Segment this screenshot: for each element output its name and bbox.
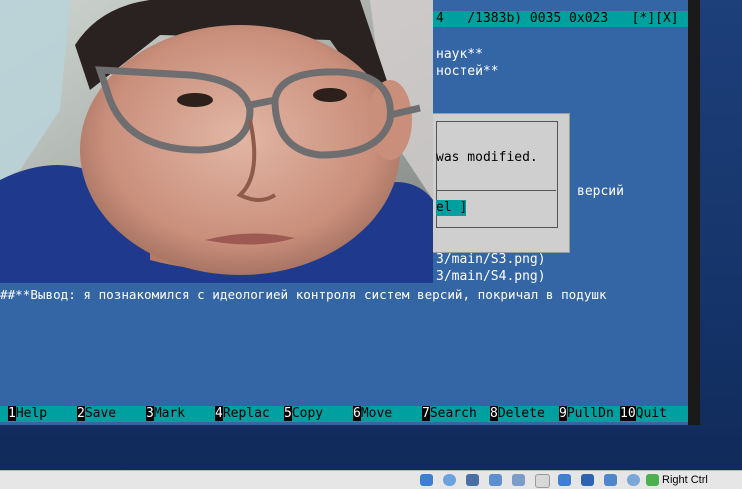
- vm-optical-drive-icon[interactable]: [443, 474, 456, 486]
- fkey-quit[interactable]: 10Quit: [620, 406, 667, 422]
- vm-display-icon[interactable]: [558, 474, 571, 486]
- dialog-message: was modified.: [436, 150, 538, 165]
- fkey-pulldown[interactable]: 9PullDn: [559, 406, 614, 422]
- vm-audio-icon[interactable]: [466, 474, 479, 486]
- vm-mouse-integration-icon[interactable]: [627, 474, 640, 486]
- fkey-mark[interactable]: 3Mark: [146, 406, 185, 422]
- host-key-label: Right Ctrl: [662, 474, 708, 486]
- editor-title-text: 4 /1383b) 0035 0x023 [*][X]: [436, 11, 679, 26]
- fkey-move[interactable]: 6Move: [353, 406, 392, 422]
- fkey-delete[interactable]: 8Delete: [490, 406, 545, 422]
- editor-line-2[interactable]: ностей**: [436, 64, 499, 80]
- vm-recording-icon[interactable]: [581, 474, 594, 486]
- vm-cpu-icon[interactable]: [604, 474, 617, 486]
- editor-path-line-2[interactable]: 3/main/S4.png): [436, 269, 546, 285]
- vm-network-icon[interactable]: [489, 474, 502, 486]
- editor-line-fragment[interactable]: версий: [577, 184, 624, 200]
- fkey-help[interactable]: 1Help: [8, 406, 47, 422]
- webcam-person-image: [0, 0, 433, 283]
- vm-usb-icon[interactable]: [512, 474, 525, 486]
- vm-keyboard-icon[interactable]: [646, 474, 659, 486]
- fkey-replace[interactable]: 4Replac: [215, 406, 270, 422]
- dialog-separator: [436, 190, 556, 191]
- editor-path-line-1[interactable]: 3/main/S3.png): [436, 252, 546, 268]
- editor-right-border: [688, 0, 700, 425]
- vm-shared-folders-icon[interactable]: [535, 474, 550, 488]
- fkey-copy[interactable]: 5Copy: [284, 406, 323, 422]
- webcam-overlay: [0, 0, 433, 283]
- fkey-search[interactable]: 7Search: [422, 406, 477, 422]
- editor-conclusion-line[interactable]: ##**Вывод: я познакомился с идеологией к…: [0, 287, 607, 303]
- vm-harddisk-icon[interactable]: [420, 474, 433, 486]
- fkey-save[interactable]: 2Save: [77, 406, 116, 422]
- editor-line-1[interactable]: наук**: [436, 47, 483, 63]
- cancel-button-label: el ]: [436, 200, 468, 215]
